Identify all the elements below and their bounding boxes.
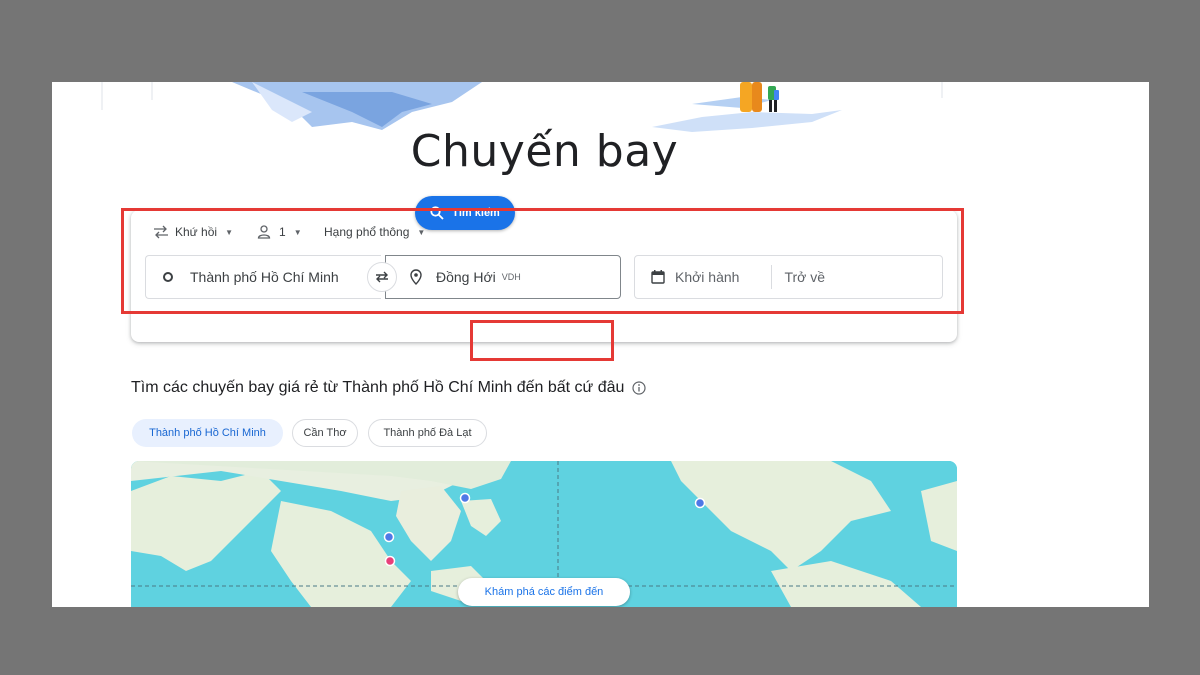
destination-field[interactable]: Đồng Hới VDH xyxy=(385,255,621,299)
explore-map[interactable]: Khám phá các điểm đến xyxy=(131,461,957,607)
passenger-dropdown[interactable]: 1 ▼ xyxy=(257,222,302,242)
caret-icon: ▼ xyxy=(225,227,233,237)
caret-icon: ▼ xyxy=(293,227,302,237)
cabin-class-label: Hạng phổ thông xyxy=(324,225,410,239)
cabin-class-dropdown[interactable]: Hạng phổ thông ▼ xyxy=(324,222,425,242)
trip-type-label: Khứ hồi xyxy=(175,225,218,239)
swap-icon xyxy=(154,225,168,239)
circle-icon xyxy=(163,272,173,282)
origin-field[interactable]: Thành phố Hồ Chí Minh xyxy=(145,255,381,299)
search-button[interactable]: Tìm kiếm xyxy=(415,196,515,230)
swap-icon xyxy=(376,271,388,283)
return-date-input[interactable]: Trở về xyxy=(784,269,825,285)
destination-value: Đồng Hới xyxy=(436,269,496,285)
depart-date-input[interactable]: Khởi hành xyxy=(675,269,739,285)
screenshot-panel: Chuyến bay Khứ hồi ▼ 1 ▼ Hạng phổ thông … xyxy=(52,82,1149,607)
date-field[interactable]: Khởi hành Trở về xyxy=(634,255,943,299)
origin-chip-ho-chi-minh[interactable]: Thành phố Hồ Chí Minh xyxy=(132,419,283,447)
search-icon xyxy=(430,206,444,220)
page-title: Chuyến bay xyxy=(410,126,679,177)
search-button-label: Tìm kiếm xyxy=(452,207,500,219)
info-icon[interactable] xyxy=(632,381,647,395)
explore-destinations-button[interactable]: Khám phá các điểm đến xyxy=(458,578,630,606)
swap-button[interactable] xyxy=(367,262,397,292)
caret-icon: ▼ xyxy=(417,227,426,237)
origin-value: Thành phố Hồ Chí Minh xyxy=(190,269,339,285)
origin-chip-da-lat[interactable]: Thành phố Đà Lạt xyxy=(368,419,487,447)
date-divider xyxy=(771,265,773,289)
trip-type-dropdown[interactable]: Khứ hồi ▼ xyxy=(153,222,233,242)
pin-icon xyxy=(410,269,422,285)
explore-heading: Tìm các chuyến bay giá rẻ từ Thành phố H… xyxy=(131,379,647,397)
passenger-count: 1 xyxy=(279,225,286,239)
destination-code: VDH xyxy=(501,272,521,282)
calendar-icon xyxy=(651,270,665,284)
origin-chip-can-tho[interactable]: Cần Thơ xyxy=(292,419,358,447)
explore-heading-text: Tìm các chuyến bay giá rẻ từ Thành phố H… xyxy=(131,379,625,396)
flight-search-card: Khứ hồi ▼ 1 ▼ Hạng phổ thông ▼ Thành phố… xyxy=(131,210,957,342)
person-icon xyxy=(257,225,271,239)
